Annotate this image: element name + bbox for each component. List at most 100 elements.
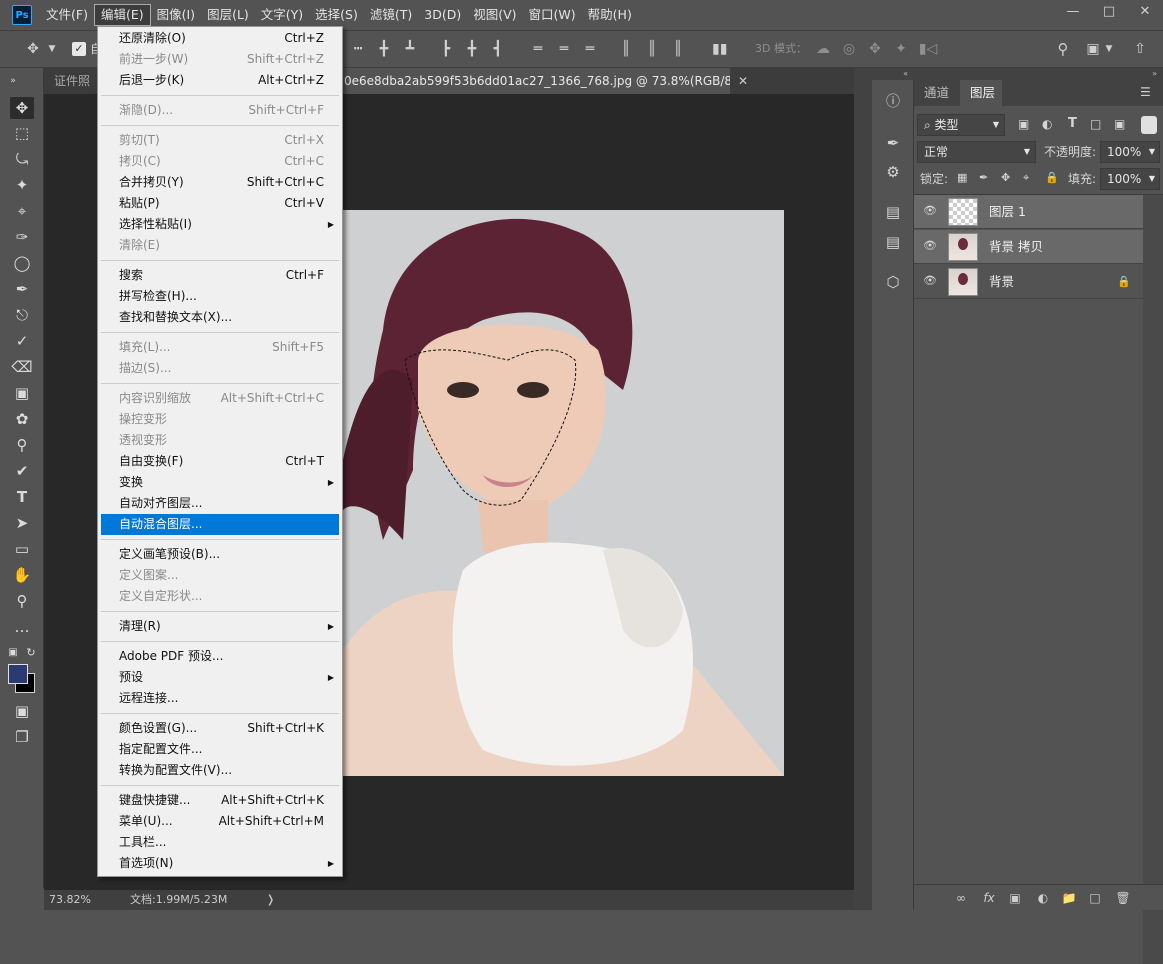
lock-artboard-icon[interactable]: ⌖ <box>1023 171 1037 185</box>
swap-colors-icon[interactable]: ↻ <box>24 642 38 664</box>
3d-pan-icon[interactable]: ✥ <box>866 40 884 58</box>
status-menu-arrow-icon[interactable]: ❭ <box>266 890 275 910</box>
distribute-top-icon[interactable]: ═ <box>532 40 544 58</box>
collapse-toolbox-icon[interactable]: » <box>6 70 20 92</box>
edit-menu-item[interactable]: 后退一步(K) Alt+Ctrl+Z <box>101 70 339 91</box>
edit-menu-item[interactable]: 拼写检查(H)... <box>101 286 339 307</box>
align-top-icon[interactable]: ┅ <box>352 40 364 58</box>
clone-stamp-tool-icon[interactable]: ⎋ <box>10 304 34 326</box>
new-layer-icon[interactable]: □ <box>1086 889 1104 907</box>
menu-item-4[interactable]: 文字(Y) <box>255 4 309 26</box>
tab-document-active[interactable]: 0e6e8dba2ab599f53b6dd01ac27_1366_768.jpg… <box>334 68 730 94</box>
edit-menu-item[interactable]: 首选项(N) ▶ <box>101 853 339 874</box>
menu-item-3[interactable]: 图层(L) <box>201 4 255 26</box>
adjustment-layer-icon[interactable]: ◐ <box>1034 889 1052 907</box>
layer-filter-dropdown[interactable]: ⌕ 类型 ▼ <box>917 114 1005 136</box>
tab-document-1[interactable]: 证件照 <box>44 68 96 94</box>
adjustments-icon[interactable]: ⚙ <box>880 159 906 185</box>
dodge-tool-icon[interactable]: ⚲ <box>10 434 34 456</box>
brush-tool-icon[interactable]: ✒ <box>10 278 34 300</box>
document-image[interactable] <box>343 210 784 776</box>
filter-type-icon[interactable]: T <box>1068 116 1084 132</box>
filter-adjustment-icon[interactable]: ◐ <box>1042 117 1058 133</box>
distribute-hcenter-icon[interactable]: ║ <box>646 40 658 58</box>
edit-menu-item[interactable]: 清理(R) ▶ <box>101 616 339 637</box>
align-vcenter-icon[interactable]: ╋ <box>378 40 390 58</box>
menu-item-8[interactable]: 视图(V) <box>467 4 522 26</box>
new-group-icon[interactable]: 📁 <box>1060 889 1078 907</box>
3d-orbit-icon[interactable]: ☁ <box>814 40 832 58</box>
visibility-eye-icon[interactable]: 👁 <box>923 239 937 253</box>
filter-smart-object-icon[interactable]: ▣ <box>1114 117 1130 133</box>
auto-select-checkbox[interactable]: ✓ <box>72 42 86 56</box>
history-brush-tool-icon[interactable]: ✓ <box>10 330 34 352</box>
move-tool-icon[interactable]: ✥ <box>10 97 34 119</box>
distribute-vcenter-icon[interactable]: ═ <box>558 40 570 58</box>
close-button[interactable]: ✕ <box>1127 0 1163 22</box>
3d-roll-icon[interactable]: ◎ <box>840 40 858 58</box>
3d-cube-icon[interactable]: ⬡ <box>880 269 906 295</box>
hand-tool-icon[interactable]: ✋ <box>10 564 34 586</box>
edit-menu-item[interactable]: 定义画笔预设(B)... <box>101 544 339 565</box>
add-mask-icon[interactable]: ▣ <box>1006 889 1024 907</box>
collapse-right-panel-icon[interactable]: » <box>914 68 1163 80</box>
more-tools-icon[interactable]: … <box>10 616 34 638</box>
distribute-left-icon[interactable]: ║ <box>620 40 632 58</box>
rectangle-tool-icon[interactable]: ▭ <box>10 538 34 560</box>
quick-select-tool-icon[interactable]: ✦ <box>10 174 34 196</box>
visibility-eye-icon[interactable]: 👁 <box>923 274 937 288</box>
blend-mode-dropdown[interactable]: 正常 ▼ <box>917 141 1036 163</box>
auto-align-icon[interactable]: ▮▮ <box>712 40 727 58</box>
fill-input[interactable]: 100% ▼ <box>1100 168 1160 190</box>
workspace-dropdown[interactable]: ▼ <box>1104 40 1114 58</box>
filter-shape-icon[interactable]: □ <box>1090 117 1106 133</box>
collapse-panels-icon[interactable]: « <box>872 68 914 80</box>
align-left-icon[interactable]: ┣ <box>440 40 452 58</box>
path-select-tool-icon[interactable]: ➤ <box>10 512 34 534</box>
edit-menu-item[interactable]: 选择性粘贴(I) ▶ <box>101 214 339 235</box>
close-tab-icon[interactable]: ✕ <box>734 68 756 94</box>
distribute-right-icon[interactable]: ║ <box>672 40 684 58</box>
properties-icon[interactable]: ▤ <box>880 199 906 225</box>
layer-row-background-copy[interactable]: 👁 背景 拷贝 <box>914 230 1143 264</box>
distribute-bottom-icon[interactable]: ═ <box>584 40 596 58</box>
edit-menu-item[interactable]: 工具栏... <box>101 832 339 853</box>
visibility-eye-icon[interactable]: 👁 <box>923 204 937 218</box>
align-bottom-icon[interactable]: ┻ <box>404 40 416 58</box>
share-icon[interactable]: ⇧ <box>1130 40 1150 58</box>
gradient-tool-icon[interactable]: ▣ <box>10 382 34 404</box>
layers-scrollbar[interactable] <box>1143 195 1163 964</box>
edit-menu-item[interactable]: 自由变换(F) Ctrl+T <box>101 451 339 472</box>
tab-layers[interactable]: 图层 <box>960 80 1005 106</box>
edit-menu-item[interactable]: 合并拷贝(Y) Shift+Ctrl+C <box>101 172 339 193</box>
edit-menu-item[interactable]: 远程连接... <box>101 688 339 709</box>
menu-item-1[interactable]: 编辑(E) <box>93 4 151 26</box>
edit-menu-item[interactable]: Adobe PDF 预设... <box>101 646 339 667</box>
move-tool-icon[interactable]: ✥ <box>22 40 44 58</box>
workspace-icon[interactable]: ▣ <box>1084 40 1102 58</box>
edit-menu-item[interactable]: 键盘快捷键... Alt+Shift+Ctrl+K <box>101 790 339 811</box>
tool-preset-dropdown[interactable]: ▼ <box>46 40 58 58</box>
panel-divider[interactable] <box>854 68 872 910</box>
edit-menu-item[interactable]: 转换为配置文件(V)... <box>101 760 339 781</box>
edit-menu-item[interactable]: 搜索 Ctrl+F <box>101 265 339 286</box>
crop-tool-icon[interactable]: ⌖ <box>10 200 34 222</box>
minimize-button[interactable]: — <box>1055 0 1091 22</box>
pen-tool-icon[interactable]: ✔ <box>10 460 34 482</box>
edit-menu-item[interactable]: 变换 ▶ <box>101 472 339 493</box>
edit-menu-item[interactable]: 菜单(U)... Alt+Shift+Ctrl+M <box>101 811 339 832</box>
screen-mode-icon[interactable]: ❐ <box>10 726 34 748</box>
healing-brush-tool-icon[interactable]: ◯ <box>10 252 34 274</box>
zoom-tool-icon[interactable]: ⚲ <box>10 590 34 612</box>
lock-position-icon[interactable]: ✥ <box>1001 171 1015 185</box>
menu-item-9[interactable]: 窗口(W) <box>523 4 582 26</box>
align-right-icon[interactable]: ┫ <box>492 40 504 58</box>
menu-item-2[interactable]: 图像(I) <box>151 4 201 26</box>
menu-item-0[interactable]: 文件(F) <box>40 4 94 26</box>
blur-tool-icon[interactable]: ✿ <box>10 408 34 430</box>
lock-transparent-icon[interactable]: ▦ <box>957 171 971 185</box>
quick-mask-icon[interactable]: ▣ <box>10 700 34 722</box>
lock-image-icon[interactable]: ✒ <box>979 171 993 185</box>
edit-menu-item[interactable]: 指定配置文件... <box>101 739 339 760</box>
3d-scale-icon[interactable]: ▮◁ <box>918 40 938 58</box>
